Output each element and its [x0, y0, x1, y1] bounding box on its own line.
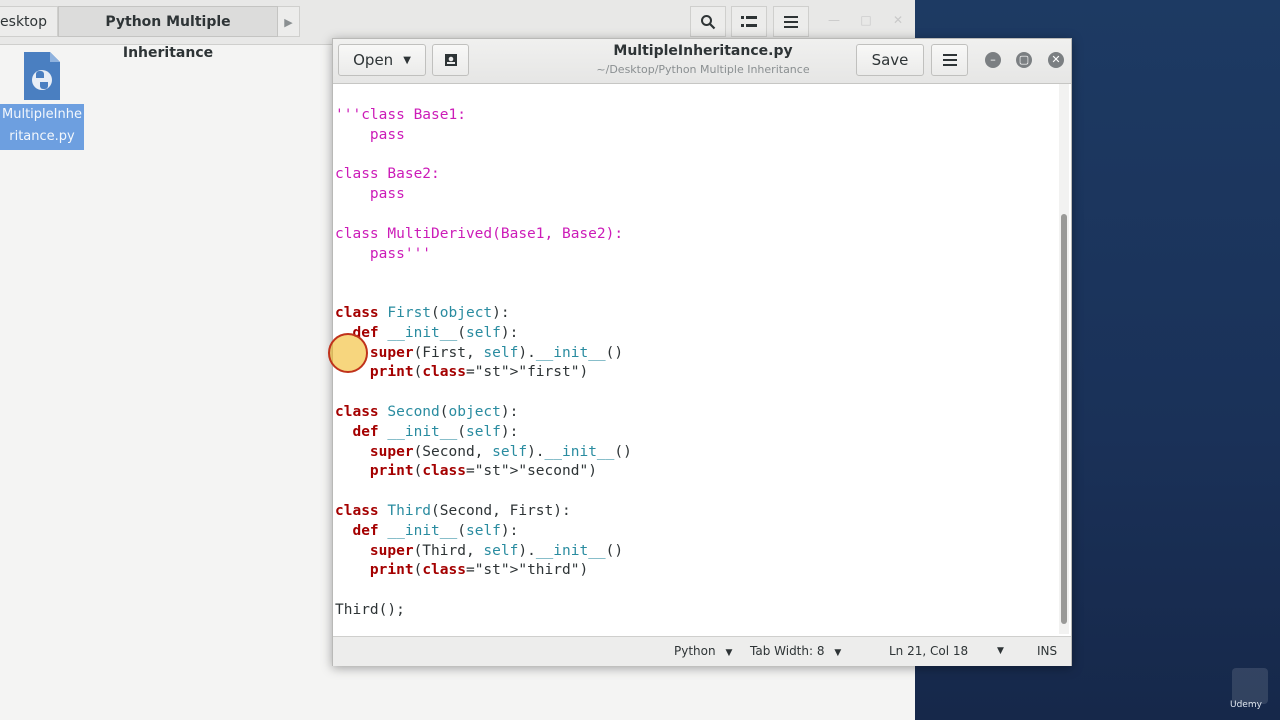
view-options-icon — [741, 15, 757, 27]
file-manager-menu-button[interactable] — [773, 6, 809, 37]
view-options-button[interactable] — [731, 6, 767, 37]
open-button[interactable]: Open ▼ — [338, 44, 426, 76]
code-line: super(First, self).__init__() — [369, 344, 624, 361]
menu-icon — [942, 54, 957, 66]
code-line: pass — [335, 126, 405, 143]
code-line: class First(object): — [335, 304, 510, 321]
code-line: def __init__(self): — [352, 423, 519, 440]
code-line: class Second(object): — [335, 403, 519, 420]
close-icon[interactable]: ✕ — [1048, 52, 1064, 68]
dropdown-caret-icon: ▼ — [403, 54, 411, 66]
editor-menu-button[interactable] — [931, 44, 968, 76]
close-icon[interactable]: ✕ — [890, 12, 906, 28]
minimize-icon[interactable]: – — [985, 52, 1001, 68]
mouse-cursor-highlight — [328, 333, 368, 373]
minimize-icon[interactable]: — — [826, 12, 842, 28]
code-line: super(Second, self).__init__() — [369, 443, 632, 460]
maximize-icon[interactable]: ▢ — [1016, 52, 1032, 68]
code-line: super(Third, self).__init__() — [369, 542, 624, 559]
code-line: pass — [335, 186, 405, 203]
breadcrumb-current-folder[interactable]: Python Multiple Inheritance — [58, 6, 278, 61]
menu-icon — [784, 15, 798, 28]
language-label: Python — [674, 644, 716, 658]
vertical-scrollbar[interactable] — [1059, 84, 1069, 634]
code-line: def __init__(self): — [352, 522, 519, 539]
language-selector[interactable]: Python ▼ — [674, 644, 732, 658]
breadcrumb-desktop-label: esktop — [0, 14, 47, 30]
dropdown-caret-icon: ▼ — [725, 648, 733, 658]
statusbar: Python ▼ Tab Width: 8 ▼ Ln 21, Col 18 ▼ … — [333, 636, 1071, 666]
open-button-label: Open — [353, 51, 394, 69]
tab-width-selector[interactable]: Tab Width: 8 ▼ — [750, 644, 841, 658]
dropdown-caret-icon[interactable]: ▼ — [997, 646, 1004, 656]
search-icon — [701, 14, 716, 29]
python-file-icon — [24, 52, 60, 100]
code-line: class Third(Second, First): — [335, 502, 571, 519]
breadcrumb-desktop[interactable]: esktop — [0, 6, 58, 37]
code-line: class Base2: — [335, 166, 440, 183]
cursor-position[interactable]: Ln 21, Col 18 — [889, 644, 968, 658]
code-editor[interactable]: '''class Base1: pass class Base2: pass c… — [333, 84, 1057, 634]
code-line: pass''' — [335, 245, 432, 262]
editor-headerbar: Open ▼ MultipleInheritance.py ~/Desktop/… — [333, 39, 1071, 84]
scrollbar-thumb[interactable] — [1061, 214, 1067, 624]
search-button[interactable] — [690, 6, 726, 37]
udemy-label: Udemy — [1230, 700, 1262, 710]
code-line: print(class="st">"third" — [369, 562, 580, 579]
code-line: print(class="st">"second" — [369, 463, 589, 480]
save-button[interactable]: Save — [856, 44, 924, 76]
new-document-button[interactable] — [432, 44, 469, 76]
code-line: class MultiDerived(Base1, Base2): — [335, 225, 624, 242]
text-editor-window: Open ▼ MultipleInheritance.py ~/Desktop/… — [332, 38, 1072, 666]
file-name-label: MultipleInheritance.py — [0, 104, 84, 150]
tab-width-label: Tab Width: 8 — [750, 644, 825, 658]
insert-mode: INS — [1037, 644, 1058, 658]
maximize-icon[interactable]: □ — [858, 12, 874, 28]
code-line: '''class Base1: — [335, 107, 466, 123]
udemy-logo — [1232, 668, 1268, 704]
document-path: ~/Desktop/Python Multiple Inheritance — [596, 63, 810, 76]
code-text[interactable]: '''class Base1: pass class Base2: pass c… — [335, 106, 632, 621]
chevron-right-icon[interactable]: ▶ — [278, 6, 300, 37]
udemy-watermark: Udemy — [1224, 662, 1280, 720]
code-line: print(class="st">"first" — [369, 364, 580, 381]
document-title: MultipleInheritance.py — [613, 43, 793, 59]
code-line: Third(); — [335, 601, 405, 618]
bookmark-icon — [444, 54, 457, 66]
dropdown-caret-icon: ▼ — [834, 648, 842, 658]
